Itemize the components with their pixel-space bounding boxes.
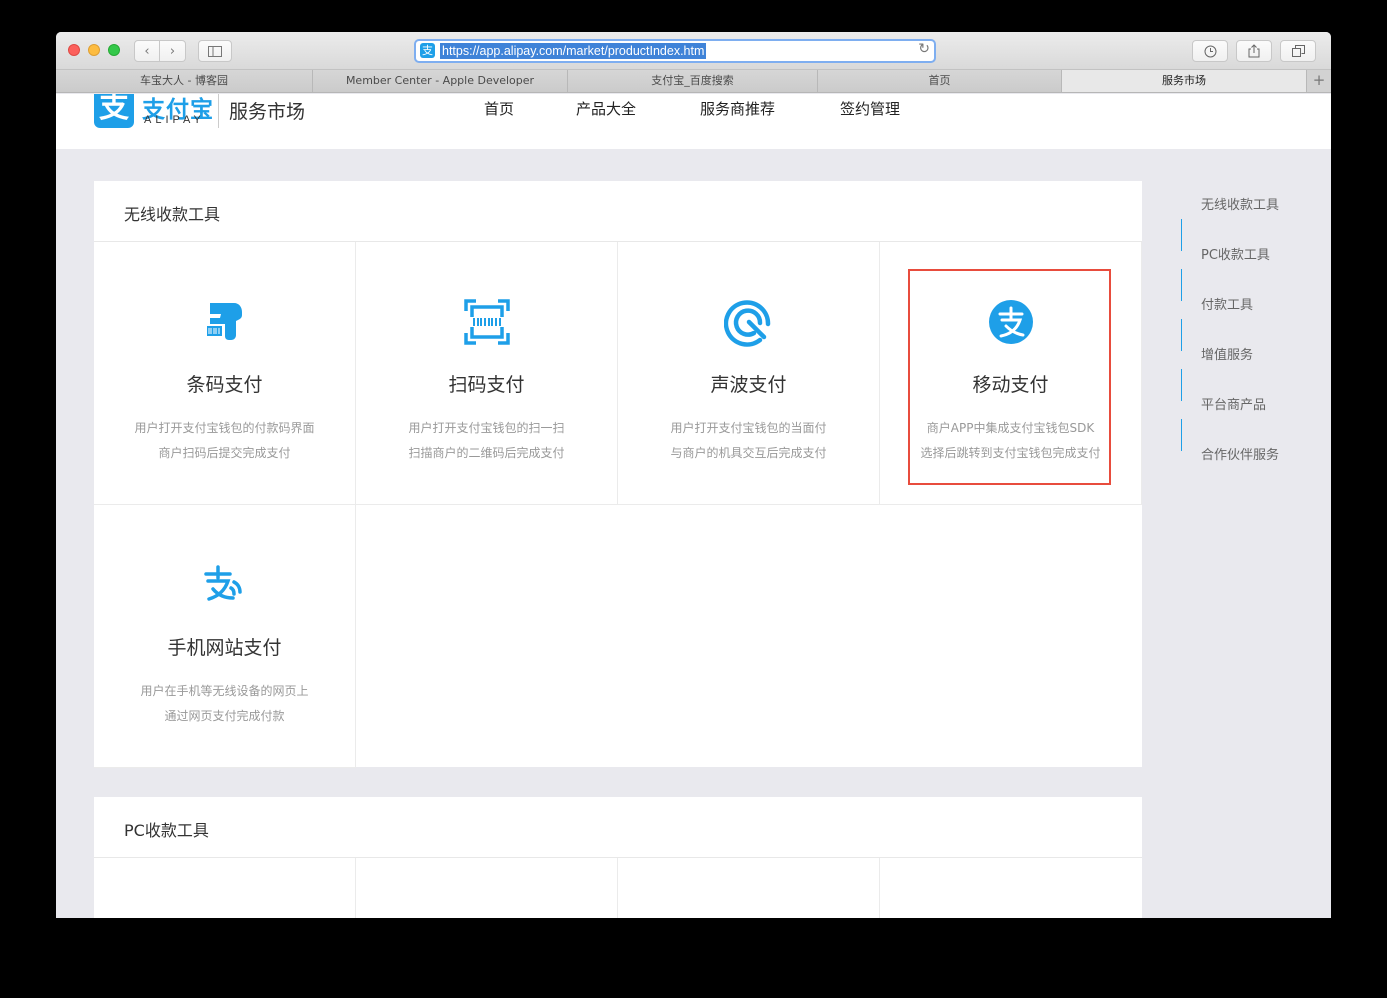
new-tab-button[interactable]: + [1307,70,1331,92]
alipay-favicon-icon: 支 [420,43,435,58]
product-desc-line1: 用户打开支付宝钱包的当面付 [670,421,827,435]
tabs-icon [1291,45,1305,57]
tab-apple-developer[interactable]: Member Center - Apple Developer [313,70,568,92]
sidebar-icon [208,45,222,57]
product-card[interactable] [356,858,618,918]
alipay-logo-icon[interactable]: 支 [94,94,134,128]
browser-window: ‹ › 支 https://app.alipay.com/market/prod… [56,32,1331,918]
section-title: PC收款工具 [124,821,209,840]
product-desc-line2: 通过网页支付完成付款 [164,709,285,723]
nav-providers[interactable]: 服务商推荐 [700,98,775,119]
chevron-left-icon: ‹ [144,43,150,59]
logo-divider [218,94,219,128]
sound-wave-icon [724,300,771,347]
product-card-barcode-pay[interactable]: 条码支付 用户打开支付宝钱包的付款码界面 商户扫码后提交完成支付 [94,242,356,505]
nav-products[interactable]: 产品大全 [576,98,636,119]
product-desc-line2: 扫描商户的二维码后完成支付 [408,446,565,460]
highlight-annotation-box [908,269,1111,485]
section-wireless-tools: 无线收款工具 条码支付 用户打开支付宝钱包的付款码界面 商户扫码后提交完成支付 … [94,181,1142,768]
product-name: 条码支付 [186,374,263,396]
nav-contracts[interactable]: 签约管理 [840,98,900,119]
sidenav-label: 平台商产品 [1201,398,1267,413]
sidenav-label: PC收款工具 [1201,248,1270,263]
browser-toolbar: ‹ › 支 https://app.alipay.com/market/prod… [56,32,1331,70]
page-content: 支 支付宝 ALIPAY 服务市场 首页 产品大全 服务商推荐 签约管理 无线收… [56,94,1331,918]
sidenav-label: 合作伙伴服务 [1201,448,1280,463]
tab-overview-button[interactable] [1280,40,1316,62]
side-navigation: 无线收款工具 PC收款工具 付款工具 增值服务 平台商产品 合作伙伴服务 [1181,194,1321,494]
product-card[interactable] [880,858,1142,918]
product-card[interactable] [94,858,356,918]
tab-bar: 车宝大人 - 博客园 Member Center - Apple Develop… [56,70,1331,93]
forward-button[interactable]: › [160,40,186,62]
share-icon [1248,44,1260,58]
sidenav-item-payment[interactable]: 付款工具 [1181,294,1321,351]
logo-en-text: ALIPAY [144,114,205,126]
product-desc-line2: 与商户的机具交互后完成支付 [670,446,827,460]
product-desc-line2: 商户扫码后提交完成支付 [158,446,291,460]
sidenav-item-wireless[interactable]: 无线收款工具 [1181,194,1321,251]
product-desc-line1: 用户打开支付宝钱包的付款码界面 [134,421,315,435]
product-card-sound-pay[interactable]: 声波支付 用户打开支付宝钱包的当面付 与商户的机具交互后完成支付 [618,242,880,505]
product-desc-line1: 用户打开支付宝钱包的扫一扫 [408,421,565,435]
product-name: 手机网站支付 [167,637,282,659]
section-pc-tools: PC收款工具 [94,797,1142,918]
sidebar-toggle-button[interactable] [198,40,232,62]
sidenav-item-partner[interactable]: 合作伙伴服务 [1181,444,1321,494]
tab-baidu-search[interactable]: 支付宝_百度搜索 [568,70,818,92]
site-header: 支 支付宝 ALIPAY 服务市场 首页 产品大全 服务商推荐 签约管理 [56,94,1331,149]
back-button[interactable]: ‹ [134,40,160,62]
product-name: 声波支付 [710,374,787,396]
chevron-right-icon: › [169,43,176,59]
address-bar[interactable]: 支 https://app.alipay.com/market/productI… [414,39,936,63]
minimize-window-button[interactable] [88,44,100,56]
sidenav-item-value-added[interactable]: 增值服务 [1181,344,1321,401]
product-card[interactable] [618,858,880,918]
section-title: 无线收款工具 [124,205,221,224]
reload-icon[interactable]: ↻ [918,41,930,57]
sidenav-item-platform[interactable]: 平台商产品 [1181,394,1321,451]
service-market-title: 服务市场 [229,101,306,123]
url-text[interactable]: https://app.alipay.com/market/productInd… [440,43,707,59]
product-desc-line1: 用户在手机等无线设备的网页上 [140,684,309,698]
tab-cnblogs[interactable]: 车宝大人 - 博客园 [56,70,313,92]
sidenav-label: 无线收款工具 [1201,198,1280,213]
close-window-button[interactable] [68,44,80,56]
share-button[interactable] [1236,40,1272,62]
sidenav-label: 增值服务 [1201,348,1254,363]
sidenav-label: 付款工具 [1201,298,1254,313]
sidenav-item-pc[interactable]: PC收款工具 [1181,244,1321,301]
tab-home[interactable]: 首页 [818,70,1062,92]
alipay-wap-icon [204,565,242,601]
clock-icon [1204,45,1216,57]
product-card-qr-pay[interactable]: 扫码支付 用户打开支付宝钱包的扫一扫 扫描商户的二维码后完成支付 [356,242,618,505]
qr-scan-icon [464,299,510,345]
history-button[interactable] [1192,40,1228,62]
barcode-scanner-icon [207,303,242,340]
product-name: 扫码支付 [448,374,525,396]
product-card-wap-pay[interactable]: 手机网站支付 用户在手机等无线设备的网页上 通过网页支付完成付款 [94,505,356,768]
nav-home[interactable]: 首页 [484,98,514,119]
zoom-window-button[interactable] [108,44,120,56]
tab-service-market[interactable]: 服务市场 [1062,70,1307,92]
